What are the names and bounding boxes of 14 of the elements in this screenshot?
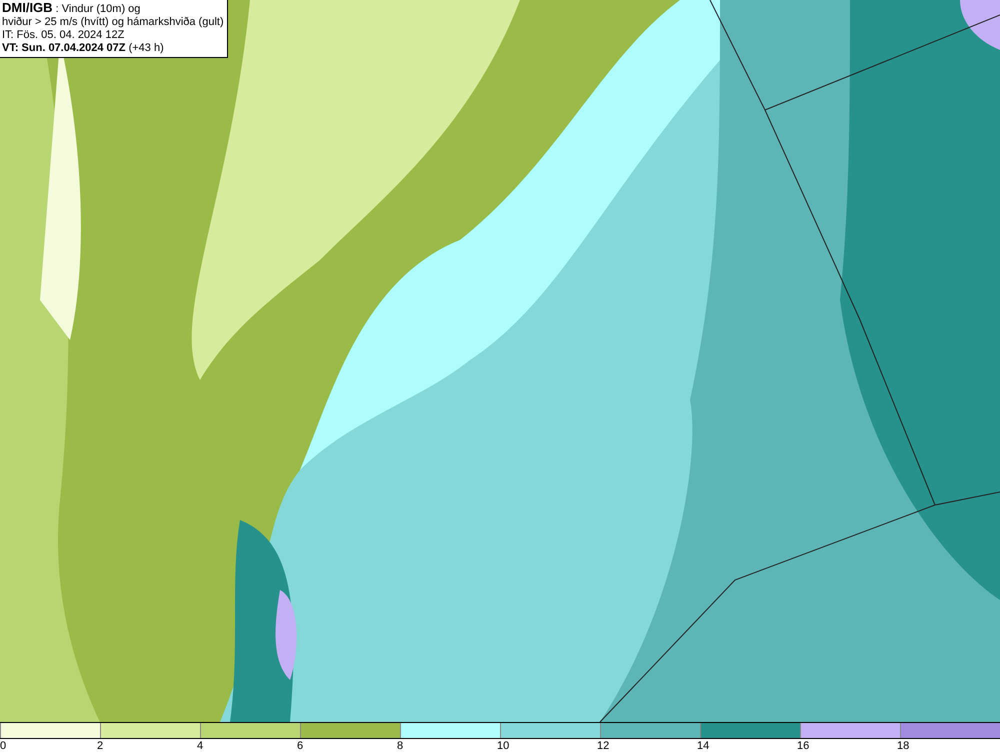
legend-label: 0 (0, 739, 6, 753)
title-line: hviður > 25 m/s (hvítt) og hámarkshviða (gult) (2, 16, 224, 29)
legend-label: 18 (897, 739, 910, 753)
legend-label: 8 (397, 739, 404, 753)
legend-label: 10 (497, 739, 510, 753)
legend-label: 6 (297, 739, 304, 753)
legend-label: 12 (597, 739, 610, 753)
legend-label: 14 (697, 739, 710, 753)
title-line: VT: Sun. 07.04.2024 07Z (+43 h) (2, 42, 165, 55)
title-line: DMI/IGB : Vindur (10m) og (2, 1, 142, 16)
legend-label: 2 (97, 739, 104, 753)
legend-label: 16 (797, 739, 810, 753)
legend-label: 4 (197, 739, 204, 753)
title-line: IT: Fös. 05. 04. 2024 12Z (2, 29, 126, 42)
